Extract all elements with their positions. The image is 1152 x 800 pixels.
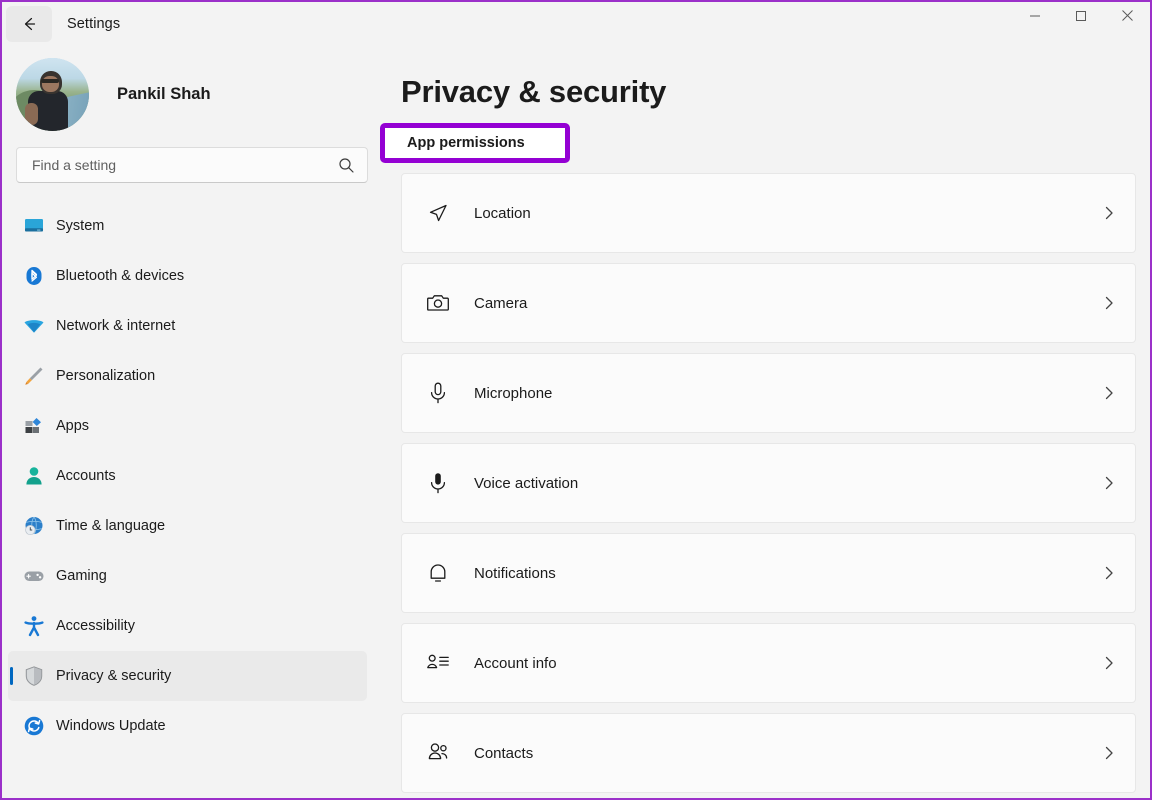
chevron-right-icon[interactable] — [1101, 565, 1117, 581]
permission-row-voice-activation[interactable]: Voice activation — [401, 443, 1136, 523]
search-input[interactable] — [17, 148, 367, 182]
sidebar-item-label: Personalization — [56, 368, 156, 384]
sidebar-item-accessibility[interactable]: Accessibility — [8, 601, 367, 651]
sidebar-item-personalization[interactable]: Personalization — [8, 351, 367, 401]
sidebar-item-gaming[interactable]: Gaming — [8, 551, 367, 601]
apps-icon — [22, 414, 46, 438]
sidebar-item-label: Bluetooth & devices — [56, 268, 185, 284]
accessibility-icon — [22, 614, 46, 638]
close-icon — [1121, 9, 1134, 27]
gamepad-icon — [22, 564, 46, 588]
app-permissions-highlight-box: App permissions — [380, 123, 570, 163]
chevron-right-icon[interactable] — [1101, 385, 1117, 401]
minimize-icon — [1029, 9, 1041, 27]
sidebar-item-network-internet[interactable]: Network & internet — [8, 301, 367, 351]
sidebar-item-label: Privacy & security — [56, 668, 172, 684]
microphone-icon — [424, 379, 452, 407]
title-bar: Settings — [2, 2, 1150, 46]
sidebar-item-label: Time & language — [56, 518, 166, 534]
bluetooth-icon — [22, 264, 46, 288]
permission-row-location[interactable]: Location — [401, 173, 1136, 253]
sidebar-item-time-language[interactable]: Time & language — [8, 501, 367, 551]
sidebar-item-bluetooth-devices[interactable]: Bluetooth & devices — [8, 251, 367, 301]
sidebar-item-label: Apps — [56, 418, 90, 434]
permissions-list: Location Camera Microphone Voice activat… — [380, 173, 1150, 793]
window-title: Settings — [67, 16, 121, 32]
contacts-icon — [424, 739, 452, 767]
sidebar-item-label: Accounts — [56, 468, 116, 484]
sidebar-nav: System Bluetooth & devices Network & int… — [2, 201, 380, 751]
sidebar-item-privacy-security[interactable]: Privacy & security — [8, 651, 367, 701]
profile-section[interactable]: Pankil Shah — [2, 46, 380, 131]
permission-row-notifications[interactable]: Notifications — [401, 533, 1136, 613]
avatar — [16, 57, 89, 131]
sidebar: Pankil Shah System — [2, 46, 380, 798]
clock-globe-icon — [22, 514, 46, 538]
sidebar-item-label: Network & internet — [56, 318, 176, 334]
maximize-button[interactable] — [1058, 2, 1104, 34]
sidebar-item-label: System — [56, 218, 105, 234]
location-arrow-icon — [424, 199, 452, 227]
wifi-icon — [22, 314, 46, 338]
chevron-right-icon[interactable] — [1101, 295, 1117, 311]
permission-label: Contacts — [474, 744, 534, 762]
maximize-icon — [1075, 9, 1087, 27]
sidebar-item-label: Windows Update — [56, 718, 166, 734]
profile-name: Pankil Shah — [117, 84, 211, 103]
permission-row-account-info[interactable]: Account info — [401, 623, 1136, 703]
window-controls — [1012, 2, 1150, 46]
chevron-right-icon[interactable] — [1101, 475, 1117, 491]
camera-icon — [424, 289, 452, 317]
sidebar-item-accounts[interactable]: Accounts — [8, 451, 367, 501]
person-icon — [22, 464, 46, 488]
sidebar-item-label: Gaming — [56, 568, 107, 584]
chevron-right-icon[interactable] — [1101, 655, 1117, 671]
permission-label: Microphone — [474, 384, 553, 402]
update-sync-icon — [22, 714, 46, 738]
search-box[interactable] — [16, 147, 368, 183]
settings-window: Settings Pankil Shah Find a setting Syst… — [0, 0, 1152, 800]
permission-label: Voice activation — [474, 474, 579, 492]
minimize-button[interactable] — [1012, 2, 1058, 34]
chevron-right-icon[interactable] — [1101, 745, 1117, 761]
account-info-icon — [424, 649, 452, 677]
permission-label: Camera — [474, 294, 528, 312]
search-icon[interactable] — [338, 157, 355, 174]
close-button[interactable] — [1104, 2, 1150, 34]
sidebar-item-system[interactable]: System — [8, 201, 367, 251]
back-arrow-icon — [19, 14, 39, 34]
sidebar-item-apps[interactable]: Apps — [8, 401, 367, 451]
voice-activation-icon — [424, 469, 452, 497]
shield-icon — [22, 664, 46, 688]
sidebar-item-label: Accessibility — [56, 618, 135, 634]
chevron-right-icon[interactable] — [1101, 205, 1117, 221]
paintbrush-icon — [22, 364, 46, 388]
permission-row-contacts[interactable]: Contacts — [401, 713, 1136, 793]
sidebar-item-windows-update[interactable]: Windows Update — [8, 701, 367, 751]
bell-icon — [424, 559, 452, 587]
permission-label: Location — [474, 204, 531, 222]
page-title: Privacy & security — [401, 74, 667, 109]
permission-label: Notifications — [474, 564, 556, 582]
permission-row-camera[interactable]: Camera — [401, 263, 1136, 343]
back-button[interactable] — [6, 6, 52, 42]
section-header-label: App permissions — [407, 135, 525, 151]
permission-row-microphone[interactable]: Microphone — [401, 353, 1136, 433]
main-content: Privacy & security App permissions Locat… — [380, 46, 1150, 798]
monitor-icon — [22, 214, 46, 238]
permission-label: Account info — [474, 654, 557, 672]
section-header-wrapper: App permissions — [380, 123, 1150, 165]
